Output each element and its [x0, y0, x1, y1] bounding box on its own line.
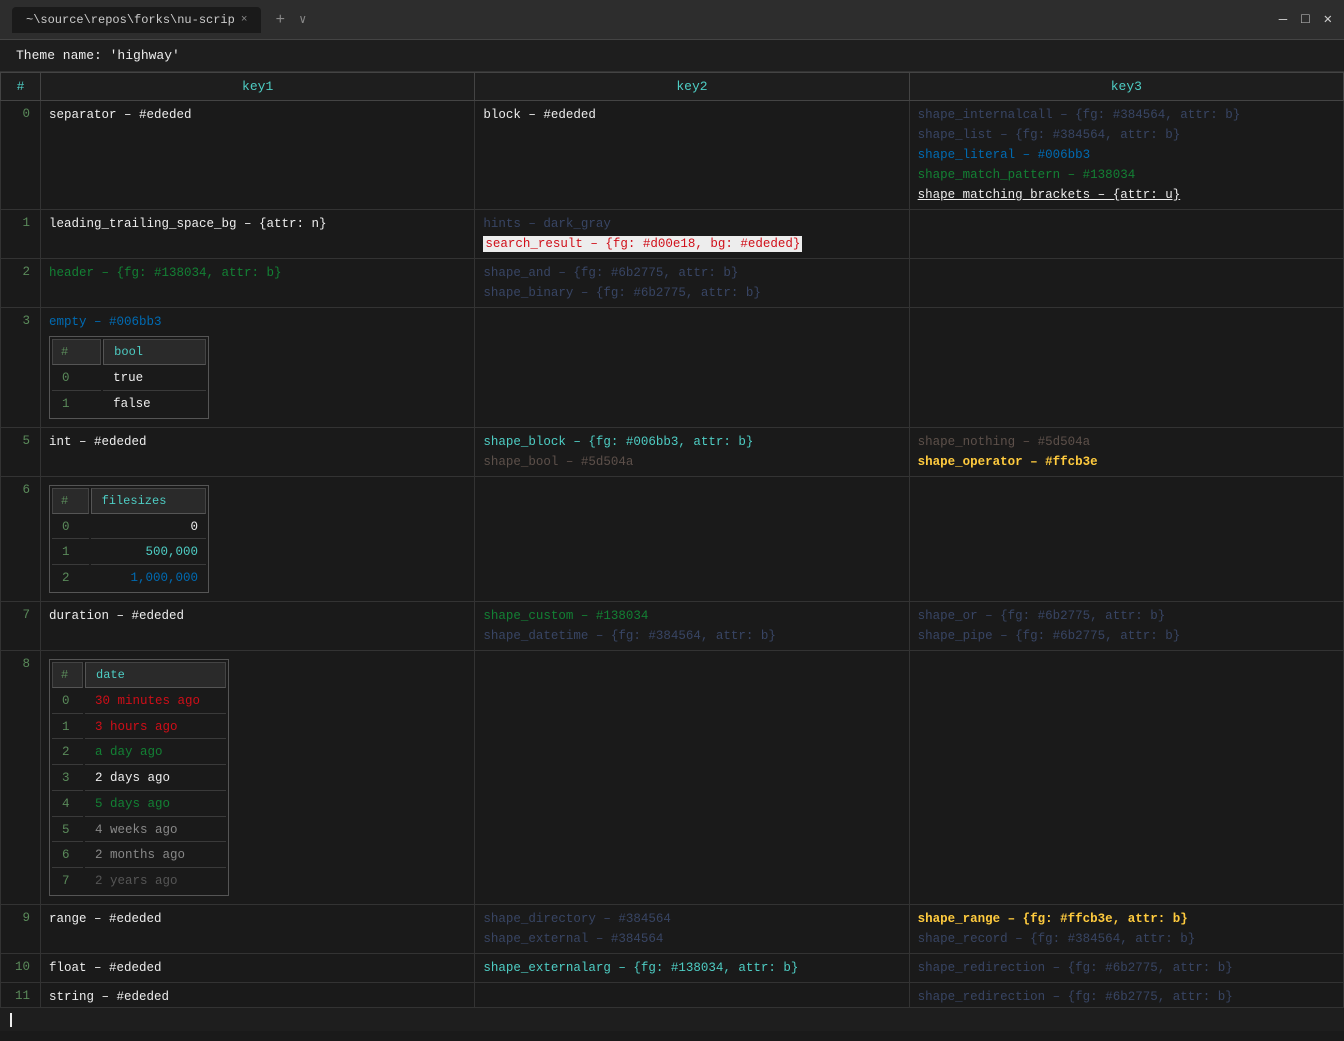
nested-filesizes-table: # filesizes 0 0 1 500,000 [49, 485, 209, 593]
key2-cell: shape_directory – #384564 shape_external… [475, 904, 909, 953]
tab-dropdown-button[interactable]: ∨ [299, 12, 306, 27]
table-row: 8 # date 0 30 minutes ago [1, 650, 1344, 904]
window-controls: — □ ✕ [1279, 11, 1332, 28]
table-row: 3 empty – #006bb3 # bool 0 [1, 308, 1344, 428]
key1-cell: separator – #ededed [41, 101, 475, 210]
row-index: 5 [1, 427, 41, 476]
key2-cell: shape_block – {fg: #006bb3, attr: b} sha… [475, 427, 909, 476]
key3-cell: shape_redirection – {fg: #6b2775, attr: … [909, 982, 1343, 1007]
restore-button[interactable]: □ [1301, 12, 1309, 28]
main-content: # key1 key2 key3 0 separator – #ededed b… [0, 72, 1344, 1007]
table-row: 7 duration – #ededed shape_custom – #138… [1, 601, 1344, 650]
search-result-highlight: search_result – {fg: #d00e18, bg: #edede… [483, 236, 802, 252]
tab-label: ~\source\repos\forks\nu-scrip [26, 13, 235, 27]
inner-table-row: 0 true [52, 367, 206, 391]
key1-cell: header – {fg: #138034, attr: b} [41, 259, 475, 308]
key1-cell: float – #ededed [41, 953, 475, 982]
nested-bool-table: # bool 0 true 1 false [49, 336, 209, 419]
key1-cell: empty – #006bb3 # bool 0 true [41, 308, 475, 428]
new-tab-button[interactable]: + [269, 11, 291, 29]
inner-table-row: 5 4 weeks ago [52, 819, 226, 843]
cursor [10, 1013, 12, 1027]
key2-cell [475, 650, 909, 904]
row-index: 3 [1, 308, 41, 428]
key3-cell: shape_or – {fg: #6b2775, attr: b} shape_… [909, 601, 1343, 650]
row-index: 1 [1, 210, 41, 259]
inner-table-row: 6 2 months ago [52, 844, 226, 868]
inner-table-row: 1 500,000 [52, 541, 206, 565]
row-index: 7 [1, 601, 41, 650]
table-row: 10 float – #ededed shape_externalarg – {… [1, 953, 1344, 982]
key2-cell [475, 982, 909, 1007]
key3-cell: shape_nothing – #5d504a shape_operator –… [909, 427, 1343, 476]
key2-cell: block – #ededed [475, 101, 909, 210]
row-index: 2 [1, 259, 41, 308]
key3-cell [909, 210, 1343, 259]
table-row: 11 string – #ededed shape_redirection – … [1, 982, 1344, 1007]
col-header-key3: key3 [909, 73, 1343, 101]
row-index: 11 [1, 982, 41, 1007]
close-window-button[interactable]: ✕ [1324, 11, 1332, 28]
inner-table-row: 2 a day ago [52, 741, 226, 765]
key3-cell [909, 476, 1343, 601]
row-index: 6 [1, 476, 41, 601]
inner-table-row: 3 2 days ago [52, 767, 226, 791]
key3-cell [909, 650, 1343, 904]
table-row: 9 range – #ededed shape_directory – #384… [1, 904, 1344, 953]
table-row: 5 int – #ededed shape_block – {fg: #006b… [1, 427, 1344, 476]
row-index: 10 [1, 953, 41, 982]
table-row: 1 leading_trailing_space_bg – {attr: n} … [1, 210, 1344, 259]
col-header-key2: key2 [475, 73, 909, 101]
theme-name-text: Theme name: 'highway' [16, 48, 180, 63]
table-row: 6 # filesizes 0 0 [1, 476, 1344, 601]
key1-cell: leading_trailing_space_bg – {attr: n} [41, 210, 475, 259]
key2-cell: hints – dark_gray search_result – {fg: #… [475, 210, 909, 259]
table-row: 2 header – {fg: #138034, attr: b} shape_… [1, 259, 1344, 308]
key3-cell [909, 308, 1343, 428]
nested-duration-table: # date 0 30 minutes ago 1 3 hours [49, 659, 229, 896]
table-row: 0 separator – #ededed block – #ededed sh… [1, 101, 1344, 210]
inner-table-row: 1 false [52, 393, 206, 416]
key2-cell [475, 308, 909, 428]
inner-table-row: 4 5 days ago [52, 793, 226, 817]
key3-cell: shape_internalcall – {fg: #384564, attr:… [909, 101, 1343, 210]
theme-name-bar: Theme name: 'highway' [0, 40, 1344, 72]
col-header-key1: key1 [41, 73, 475, 101]
key1-cell: string – #ededed [41, 982, 475, 1007]
row-index: 8 [1, 650, 41, 904]
key1-cell: # filesizes 0 0 1 500,000 [41, 476, 475, 601]
data-table: # key1 key2 key3 0 separator – #ededed b… [0, 72, 1344, 1007]
row-index: 9 [1, 904, 41, 953]
key2-cell [475, 476, 909, 601]
key1-cell: int – #ededed [41, 427, 475, 476]
minimize-button[interactable]: — [1279, 12, 1287, 28]
inner-table-row: 1 3 hours ago [52, 716, 226, 740]
inner-table-row: 7 2 years ago [52, 870, 226, 893]
key1-cell: duration – #ededed [41, 601, 475, 650]
key2-cell: shape_custom – #138034 shape_datetime – … [475, 601, 909, 650]
tab-close-button[interactable]: × [241, 14, 248, 26]
key1-cell: # date 0 30 minutes ago 1 3 hours [41, 650, 475, 904]
inner-table-row: 0 0 [52, 516, 206, 540]
title-bar: ~\source\repos\forks\nu-scrip × + ∨ — □ … [0, 0, 1344, 40]
tab-bar: ~\source\repos\forks\nu-scrip × + ∨ [12, 7, 1279, 33]
active-tab[interactable]: ~\source\repos\forks\nu-scrip × [12, 7, 261, 33]
col-header-index: # [1, 73, 41, 101]
inner-table-row: 0 30 minutes ago [52, 690, 226, 714]
key2-cell: shape_externalarg – {fg: #138034, attr: … [475, 953, 909, 982]
key2-cell: shape_and – {fg: #6b2775, attr: b} shape… [475, 259, 909, 308]
key3-cell [909, 259, 1343, 308]
key3-cell: shape_redirection – {fg: #6b2775, attr: … [909, 953, 1343, 982]
inner-table-row: 2 1,000,000 [52, 567, 206, 590]
key1-cell: range – #ededed [41, 904, 475, 953]
bottom-bar [0, 1007, 1344, 1031]
row-index: 0 [1, 101, 41, 210]
key3-cell: shape_range – {fg: #ffcb3e, attr: b} sha… [909, 904, 1343, 953]
